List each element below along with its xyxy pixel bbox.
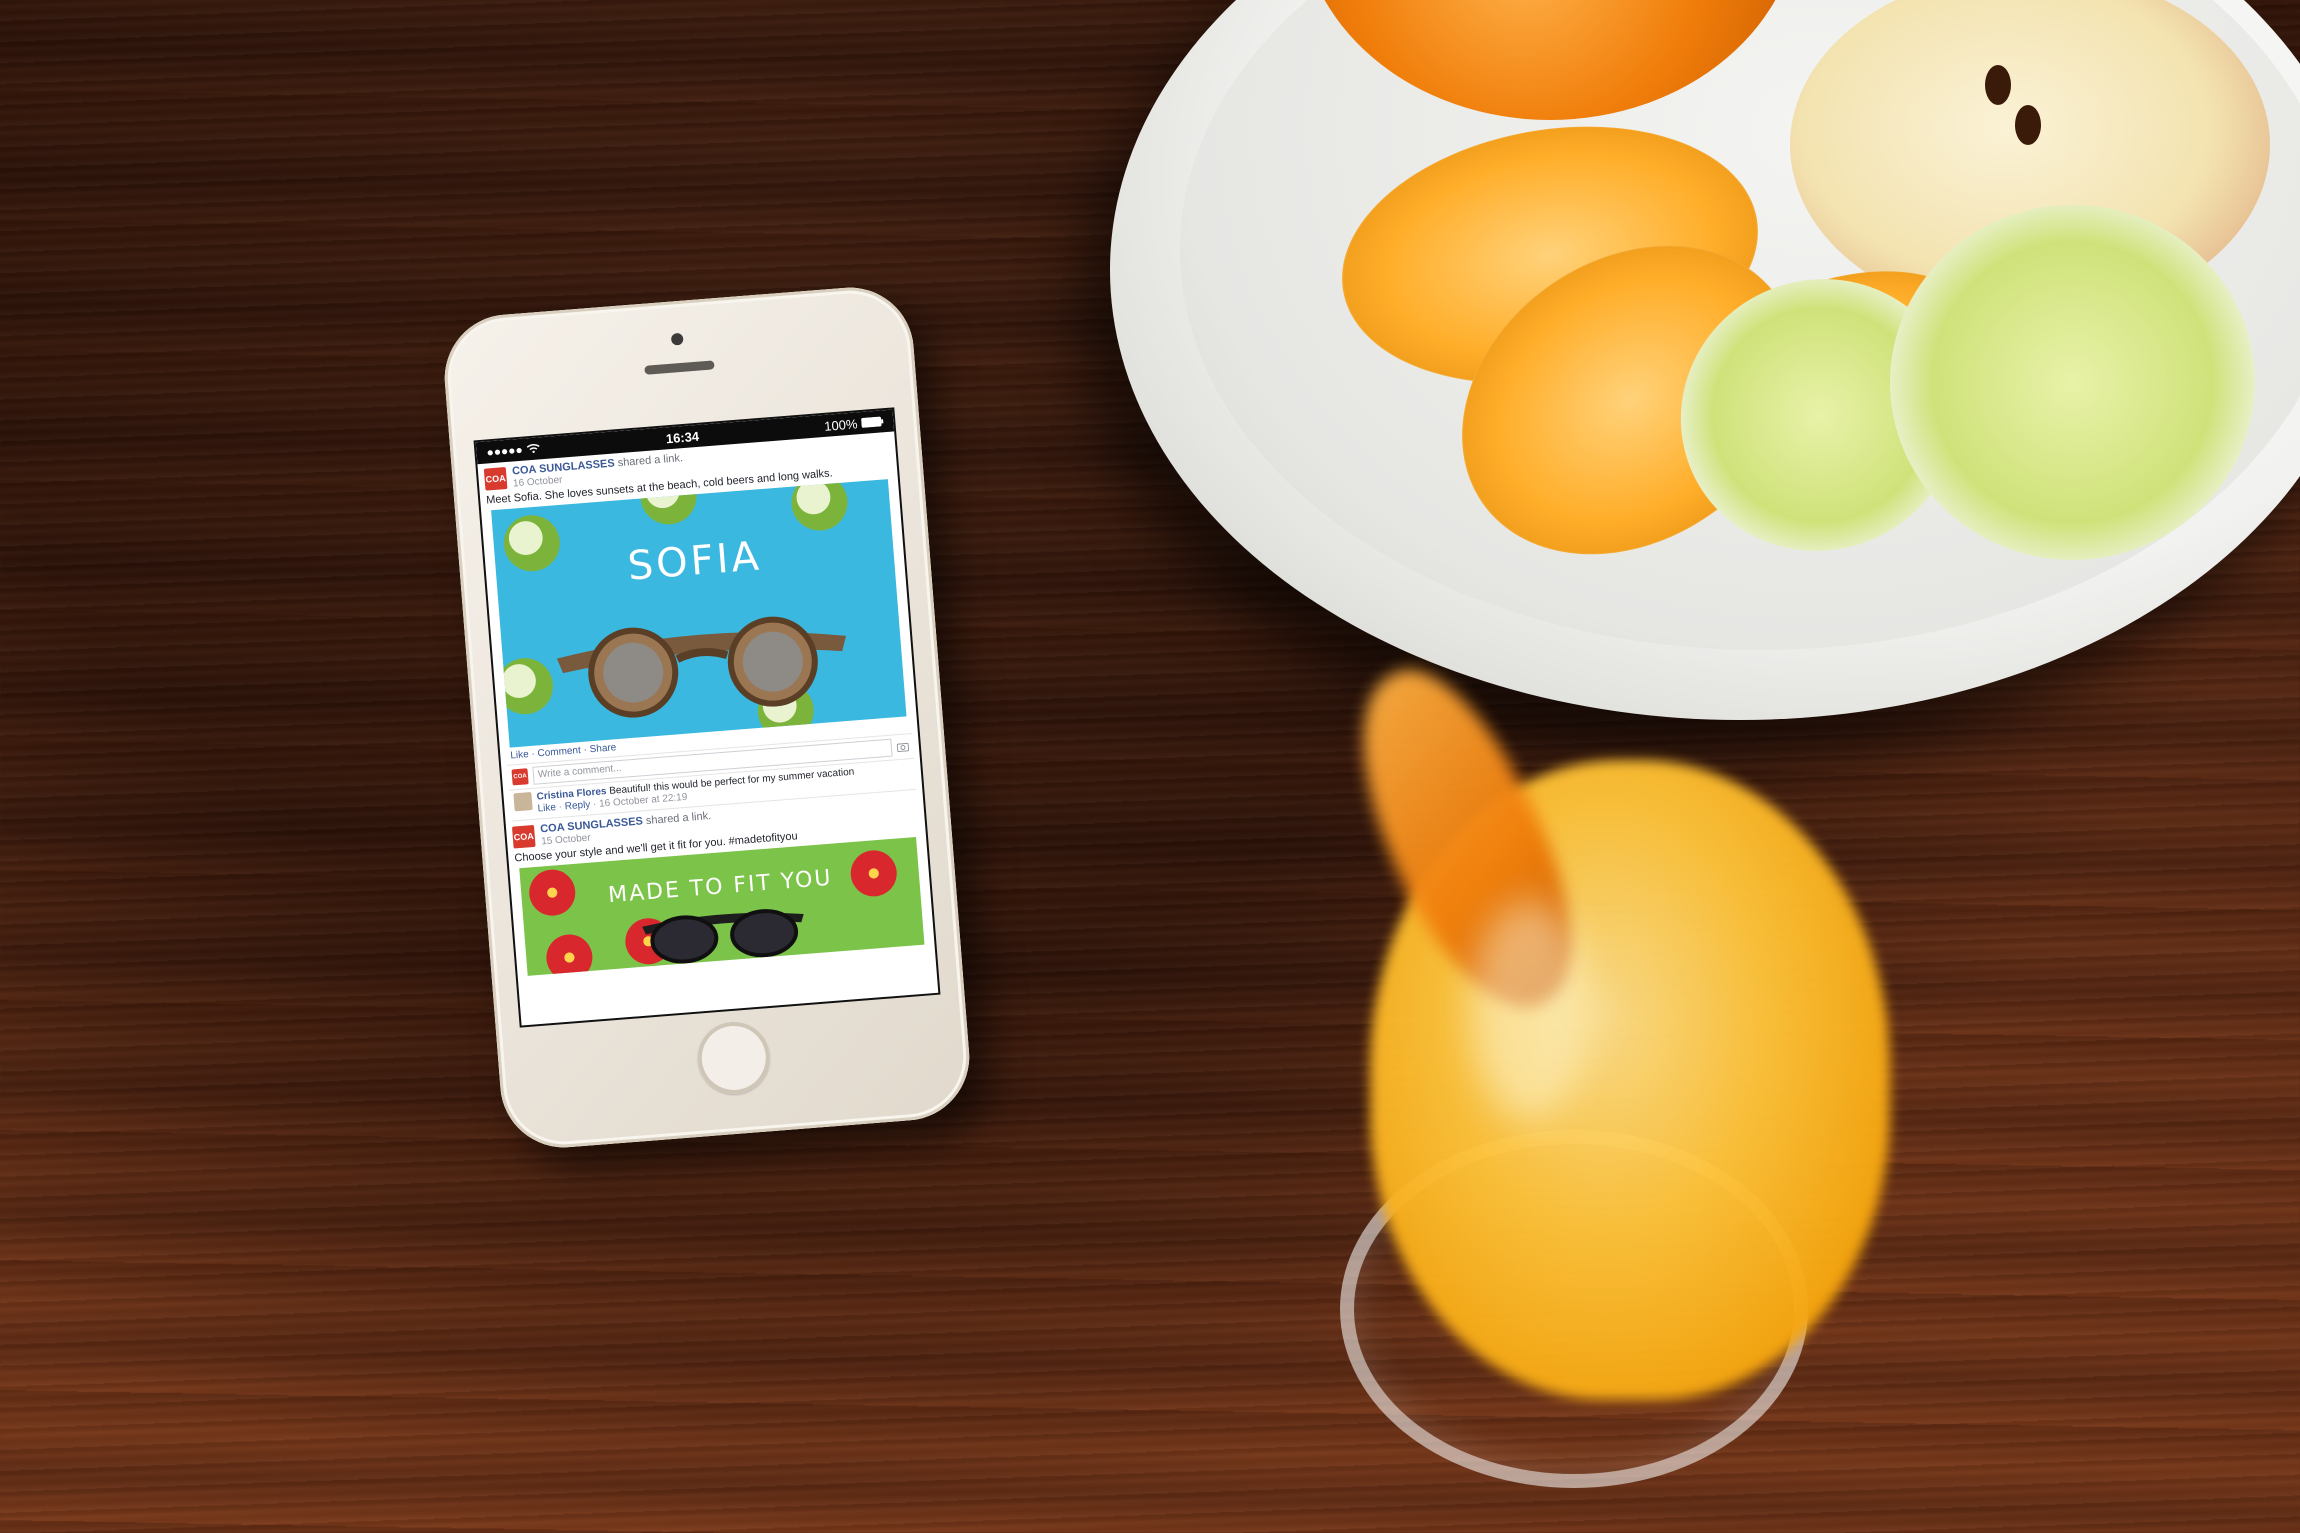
feed-post: COA COA SUNGLASSES shared a link. 15 Oct… [511,794,929,977]
coconut-illustration [789,479,850,533]
smartphone: ●●●●● 16:34 100% COA COA SUNGLASSES shar… [439,282,975,1153]
share-link[interactable]: Share [589,742,616,755]
feed-post: COA COA SUNGLASSES shared a link. 16 Oct… [483,436,917,822]
signal-dots: ●●●●● [485,442,524,460]
page-logo[interactable]: COA [511,825,536,849]
wifi-icon [527,444,540,453]
phone-screen: ●●●●● 16:34 100% COA COA SUNGLASSES shar… [475,409,939,1026]
sunglasses-illustration [642,909,804,964]
lime-half [1890,205,2255,560]
battery-percent: 100% [823,415,858,434]
news-feed: COA COA SUNGLASSES shared a link. 16 Oct… [477,431,934,980]
tabletop-scene [0,0,2300,1533]
apple-seed [2015,105,2041,145]
post-image[interactable]: SOFIA [491,479,907,748]
commenter-avatar: COA [511,768,529,786]
battery-icon [861,416,884,428]
status-left: ●●●●● [486,441,541,459]
status-time: 16:34 [665,428,700,446]
comment-like-link[interactable]: Like [537,802,556,814]
glass-highlight [1470,900,1590,1120]
coconut-illustration [494,656,556,717]
avatar[interactable] [513,792,533,812]
flower-illustration [544,933,595,977]
camera-icon[interactable] [896,741,910,753]
comment-link[interactable]: Comment [537,745,581,759]
page-logo[interactable]: COA [483,467,508,491]
comment-reply-link[interactable]: Reply [564,800,590,813]
status-right: 100% [823,414,884,434]
like-link[interactable]: Like [510,749,529,761]
apple-seed [1985,65,2011,105]
